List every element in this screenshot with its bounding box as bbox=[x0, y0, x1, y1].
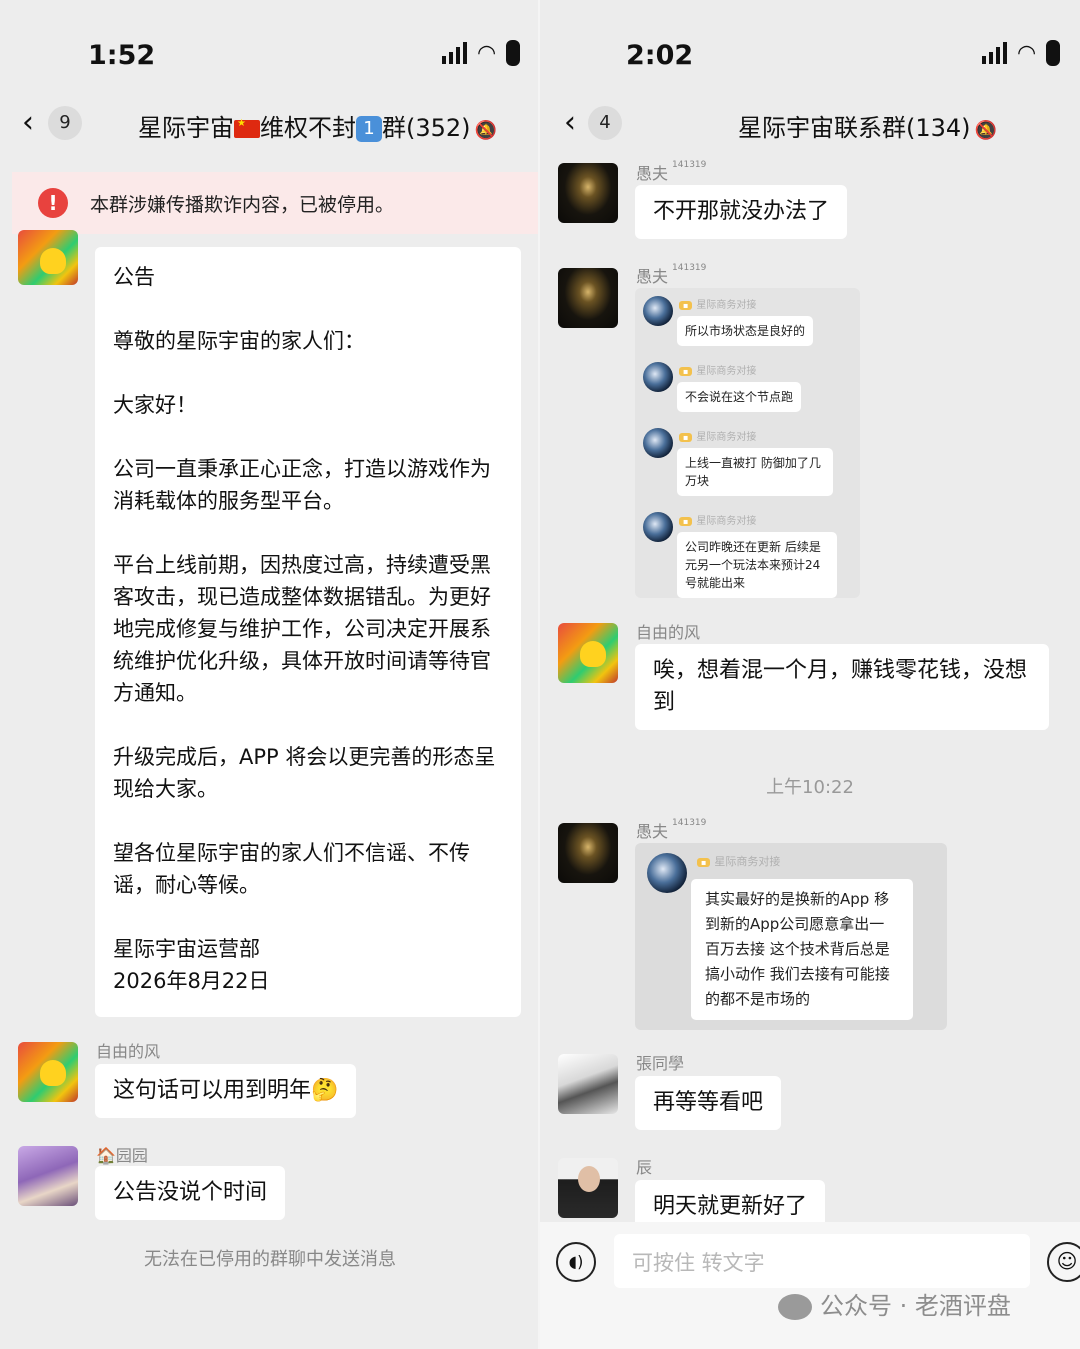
forwarded-sender: ▪ 星际商务对接 bbox=[679, 428, 756, 443]
group-disabled-alert: ! 本群涉嫌传播欺诈内容，已被停用。 bbox=[12, 172, 540, 234]
message-input[interactable]: 可按住 转文字 bbox=[614, 1234, 1030, 1288]
left-chat-screen: 1:52 ◠ ‹ 9 星际宇宙维权不封1群(352)🔕 ! 本群涉嫌传播欺诈内容… bbox=[0, 0, 540, 1349]
notice-heading: 公告 bbox=[113, 265, 155, 289]
signal-icon bbox=[982, 42, 1007, 64]
forwarded-sender: ▪ 星际商务对接 bbox=[679, 296, 756, 311]
notice-hello: 大家好！ bbox=[113, 393, 197, 417]
avatar[interactable] bbox=[558, 1158, 618, 1218]
notice-paragraph: 望各位星际宇宙的家人们不信谣、不传谣，耐心等候。 bbox=[113, 841, 470, 897]
avatar[interactable] bbox=[18, 1146, 78, 1206]
group-title: 星际宇宙联系群(134) 🔕 bbox=[738, 114, 997, 142]
sender-name: 自由的风 bbox=[636, 623, 701, 642]
forwarded-sender: ▪ 星际商务对接 bbox=[679, 512, 756, 527]
avatar[interactable] bbox=[18, 1042, 78, 1102]
notice-paragraph: 公司一直秉承正心正念，打造以游戏作为消耗载体的服务型平台。 bbox=[113, 457, 491, 513]
status-time: 1:52 bbox=[88, 40, 156, 71]
avatar bbox=[643, 296, 673, 326]
battery-icon bbox=[506, 40, 521, 66]
avatar bbox=[647, 853, 687, 893]
message-bubble[interactable]: 再等等看吧 bbox=[635, 1076, 782, 1130]
sender-name: 🏠园园 bbox=[96, 1146, 148, 1165]
house-icon: 🏠 bbox=[96, 1146, 116, 1165]
screenshot-collage: 1:52 ◠ ‹ 9 星际宇宙维权不封1群(352)🔕 ! 本群涉嫌传播欺诈内容… bbox=[0, 0, 1080, 1349]
back-arrow-icon[interactable]: ‹ bbox=[22, 108, 34, 138]
alert-text: 本群涉嫌传播欺诈内容，已被停用。 bbox=[90, 194, 395, 216]
avatar bbox=[643, 512, 673, 542]
notice-paragraph: 升级完成后，APP 将会以更完善的形态呈现给大家。 bbox=[113, 745, 496, 801]
forwarded-bubble: 所以市场状态是良好的 bbox=[677, 316, 814, 346]
message-bubble[interactable]: 公告没说个时间 bbox=[95, 1166, 286, 1220]
sender-name: 愚夫 141319 bbox=[636, 160, 707, 183]
avatar[interactable] bbox=[558, 823, 618, 883]
forwarded-bubble: 上线一直被打 防御加了几万块 bbox=[677, 448, 833, 496]
sender-name: 張同學 bbox=[636, 1054, 685, 1073]
title-part2: 维权不封 bbox=[260, 114, 356, 142]
notice-paragraph: 平台上线前期，因热度过高，持续遭受黑客攻击，现已造成整体数据错乱。为更好地完成修… bbox=[113, 553, 491, 705]
wifi-icon: ◠ bbox=[477, 40, 497, 66]
wechat-icon bbox=[778, 1294, 812, 1320]
forwarded-screenshot[interactable]: ▪ 星际商务对接 所以市场状态是良好的 ▪ 星际商务对接 不会说在这个节点跑 ▪ 星际… bbox=[635, 288, 860, 598]
sender-name: 愚夫 141319 bbox=[636, 263, 707, 286]
error-icon: ! bbox=[38, 188, 68, 218]
title-part1: 星际宇宙 bbox=[138, 114, 234, 142]
battery-icon bbox=[1046, 40, 1061, 66]
mute-bell-icon: 🔕 bbox=[974, 120, 997, 141]
keycap-one-icon: 1 bbox=[356, 116, 382, 142]
forwarded-bubble: 不会说在这个节点跑 bbox=[677, 382, 802, 412]
emoji-icon[interactable]: ☺ bbox=[1047, 1242, 1080, 1282]
forwarded-sender: ▪ 星际商务对接 bbox=[679, 362, 756, 377]
status-icons: ◠ bbox=[442, 40, 521, 66]
disabled-chat-note: 无法在已停用的群聊中发送消息 bbox=[144, 1249, 396, 1270]
nav-bar: ‹ 4 星际宇宙联系群(134) 🔕 bbox=[540, 100, 1080, 150]
announcement-bubble[interactable]: 公告 尊敬的星际宇宙的家人们： 大家好！ 公司一直秉承正心正念，打造以游戏作为消… bbox=[95, 247, 521, 1017]
watermark: 公众号 · 老酒评盘 bbox=[778, 1286, 1011, 1321]
back-arrow-icon[interactable]: ‹ bbox=[564, 108, 576, 138]
sender-name: 愚夫 141319 bbox=[636, 818, 707, 841]
input-bar: ◖) 可按住 转文字 ☺ 公众号 · 老酒评盘 bbox=[540, 1222, 1080, 1349]
chat-timestamp: 上午10:22 bbox=[766, 777, 854, 798]
message-bubble[interactable]: 不开那就没办法了 bbox=[635, 185, 848, 239]
sender-tag: 141319 bbox=[672, 818, 707, 828]
avatar[interactable] bbox=[558, 1054, 618, 1114]
status-icons: ◠ bbox=[982, 40, 1061, 66]
sender-tag: 141319 bbox=[672, 263, 707, 273]
notice-signature: 星际宇宙运营部 2026年8月22日 bbox=[113, 937, 270, 993]
forwarded-bubble: 公司昨晚还在更新 后续是元另一个玩法本来预计24号就能出来 bbox=[677, 532, 837, 598]
avatar[interactable] bbox=[18, 230, 78, 285]
avatar[interactable] bbox=[558, 623, 618, 683]
avatar[interactable] bbox=[558, 163, 618, 223]
avatar bbox=[643, 362, 673, 392]
right-chat-screen: 2:02 ◠ ‹ 4 星际宇宙联系群(134) 🔕 愚夫 141319 不开那就没办… bbox=[540, 0, 1080, 1349]
title-part3: 群(352) bbox=[382, 114, 471, 142]
voice-icon[interactable]: ◖) bbox=[556, 1242, 596, 1282]
forwarded-sender: ▪ 星际商务对接 bbox=[697, 853, 780, 869]
unread-count-badge[interactable]: 4 bbox=[588, 106, 622, 140]
nav-bar: ‹ 9 星际宇宙维权不封1群(352)🔕 bbox=[0, 100, 540, 150]
sender-name: 自由的风 bbox=[96, 1042, 161, 1061]
sender-tag: 141319 bbox=[672, 160, 707, 170]
signal-icon bbox=[442, 42, 467, 64]
avatar[interactable] bbox=[558, 268, 618, 328]
unread-count-badge[interactable]: 9 bbox=[48, 106, 82, 140]
group-title: 星际宇宙维权不封1群(352)🔕 bbox=[138, 108, 497, 143]
forwarded-screenshot[interactable]: ▪ 星际商务对接 其实最好的是换新的App 移到新的App公司愿意拿出一百万去接 … bbox=[635, 843, 947, 1030]
message-bubble[interactable]: 唉，想着混一个月，赚钱零花钱，没想到 bbox=[635, 644, 1049, 730]
sender-name: 辰 bbox=[636, 1158, 653, 1177]
forwarded-bubble: 其实最好的是换新的App 移到新的App公司愿意拿出一百万去接 这个技术背后总是… bbox=[691, 879, 913, 1020]
message-bubble[interactable]: 这句话可以用到明年🤔 bbox=[95, 1064, 357, 1118]
avatar bbox=[643, 428, 673, 458]
mute-bell-icon: 🔕 bbox=[474, 120, 497, 141]
wifi-icon: ◠ bbox=[1017, 40, 1037, 66]
china-flag-icon bbox=[234, 118, 260, 138]
status-time: 2:02 bbox=[626, 40, 694, 71]
notice-greeting: 尊敬的星际宇宙的家人们： bbox=[113, 329, 365, 353]
